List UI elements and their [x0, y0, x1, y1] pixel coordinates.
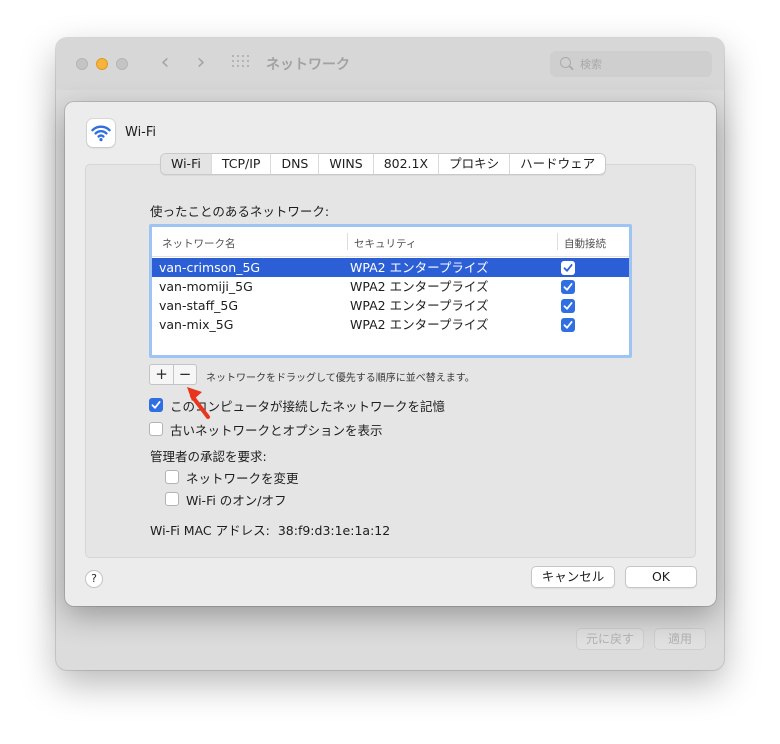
- preferred-networks-table[interactable]: ネットワーク名 セキュリティ 自動接続 van-crimson_5G WPA2 …: [149, 224, 632, 358]
- change-networks-checkbox[interactable]: [165, 470, 179, 484]
- toggle-wifi-option[interactable]: Wi-Fi のオン/オフ: [165, 491, 287, 508]
- show-legacy-option[interactable]: 古いネットワークとオプションを表示: [149, 421, 383, 438]
- search-field[interactable]: 検索: [550, 51, 712, 77]
- sheet-title: Wi-Fi: [125, 125, 157, 140]
- back-chevron-icon[interactable]: ‹: [152, 50, 178, 76]
- security-cell: WPA2 エンタープライズ: [350, 279, 489, 294]
- change-networks-label: ネットワークを変更: [186, 470, 299, 486]
- security-cell: WPA2 エンタープライズ: [350, 260, 489, 275]
- tab-proxies[interactable]: プロキシ: [438, 154, 509, 174]
- forward-chevron-icon[interactable]: ›: [188, 50, 214, 76]
- tab-wifi[interactable]: Wi-Fi: [161, 154, 211, 174]
- window-title: ネットワーク: [266, 57, 350, 73]
- auto-join-checkbox[interactable]: [561, 261, 575, 275]
- tab-hardware[interactable]: ハードウェア: [509, 154, 605, 174]
- ok-button[interactable]: OK: [625, 566, 697, 588]
- auto-join-checkbox[interactable]: [561, 299, 575, 313]
- network-name-cell: van-staff_5G: [159, 298, 239, 313]
- network-name-cell: van-mix_5G: [159, 317, 234, 332]
- apply-button[interactable]: 適用: [654, 628, 706, 650]
- search-icon: [560, 57, 571, 68]
- network-name-cell: van-momiji_5G: [159, 279, 253, 294]
- annotation-arrow-icon: [187, 387, 210, 419]
- add-remove-controls: + −: [149, 364, 197, 385]
- show-legacy-checkbox[interactable]: [149, 422, 163, 436]
- toggle-wifi-checkbox[interactable]: [165, 492, 179, 506]
- remember-networks-checkbox[interactable]: [149, 398, 163, 412]
- tab-8021x[interactable]: 802.1X: [372, 154, 438, 174]
- mac-address-value: 38:f9:d3:1e:1a:12: [277, 523, 391, 538]
- change-networks-option[interactable]: ネットワークを変更: [165, 469, 299, 486]
- close-window-button[interactable]: [76, 58, 88, 70]
- wifi-icon: [87, 119, 115, 147]
- remove-network-button[interactable]: −: [173, 365, 196, 384]
- column-divider: [347, 233, 348, 250]
- network-name-cell: van-crimson_5G: [159, 260, 261, 275]
- show-legacy-label: 古いネットワークとオプションを表示: [170, 422, 383, 438]
- table-header: ネットワーク名 セキュリティ 自動接続: [152, 227, 629, 257]
- column-divider: [557, 233, 558, 250]
- security-cell: WPA2 エンタープライズ: [350, 298, 489, 313]
- auto-join-checkbox[interactable]: [561, 280, 575, 294]
- tab-dns[interactable]: DNS: [270, 154, 318, 174]
- tab-tcpip[interactable]: TCP/IP: [210, 154, 271, 174]
- minimize-window-button[interactable]: [96, 58, 108, 70]
- toggle-wifi-label: Wi-Fi のオン/オフ: [186, 492, 287, 508]
- table-row[interactable]: van-staff_5G WPA2 エンタープライズ: [152, 296, 629, 315]
- drag-hint-text: ネットワークをドラッグして優先する順序に並べ替えます。: [206, 373, 475, 384]
- tab-bar: Wi-Fi TCP/IP DNS WINS 802.1X プロキシ ハードウェア: [160, 153, 607, 175]
- search-placeholder: 検索: [580, 58, 602, 71]
- table-row[interactable]: van-crimson_5G WPA2 エンタープライズ: [152, 258, 629, 277]
- add-network-button[interactable]: +: [150, 365, 173, 384]
- mac-address-row: Wi-Fi MAC アドレス: 38:f9:d3:1e:1a:12: [150, 520, 390, 539]
- wifi-advanced-sheet: Wi-Fi Wi-Fi TCP/IP DNS WINS 802.1X プロキシ …: [65, 102, 716, 606]
- show-all-grid-icon[interactable]: [232, 55, 250, 70]
- table-row[interactable]: van-mix_5G WPA2 エンタープライズ: [152, 315, 629, 334]
- help-button[interactable]: ?: [85, 570, 103, 588]
- tab-wins[interactable]: WINS: [318, 154, 372, 174]
- preferred-networks-label: 使ったことのあるネットワーク:: [150, 204, 330, 219]
- column-header-security[interactable]: セキュリティ: [354, 236, 416, 251]
- window-titlebar: ‹ › ネットワーク 検索: [56, 38, 724, 90]
- admin-approval-label: 管理者の承認を要求:: [150, 449, 267, 464]
- zoom-window-button[interactable]: [116, 58, 128, 70]
- table-row[interactable]: van-momiji_5G WPA2 エンタープライズ: [152, 277, 629, 296]
- revert-button[interactable]: 元に戻す: [576, 628, 644, 650]
- security-cell: WPA2 エンタープライズ: [350, 317, 489, 332]
- auto-join-checkbox[interactable]: [561, 318, 575, 332]
- column-header-network-name[interactable]: ネットワーク名: [162, 236, 236, 251]
- cancel-button[interactable]: キャンセル: [531, 566, 615, 588]
- column-header-auto-join[interactable]: 自動接続: [564, 236, 606, 251]
- mac-address-label: Wi-Fi MAC アドレス:: [150, 523, 270, 538]
